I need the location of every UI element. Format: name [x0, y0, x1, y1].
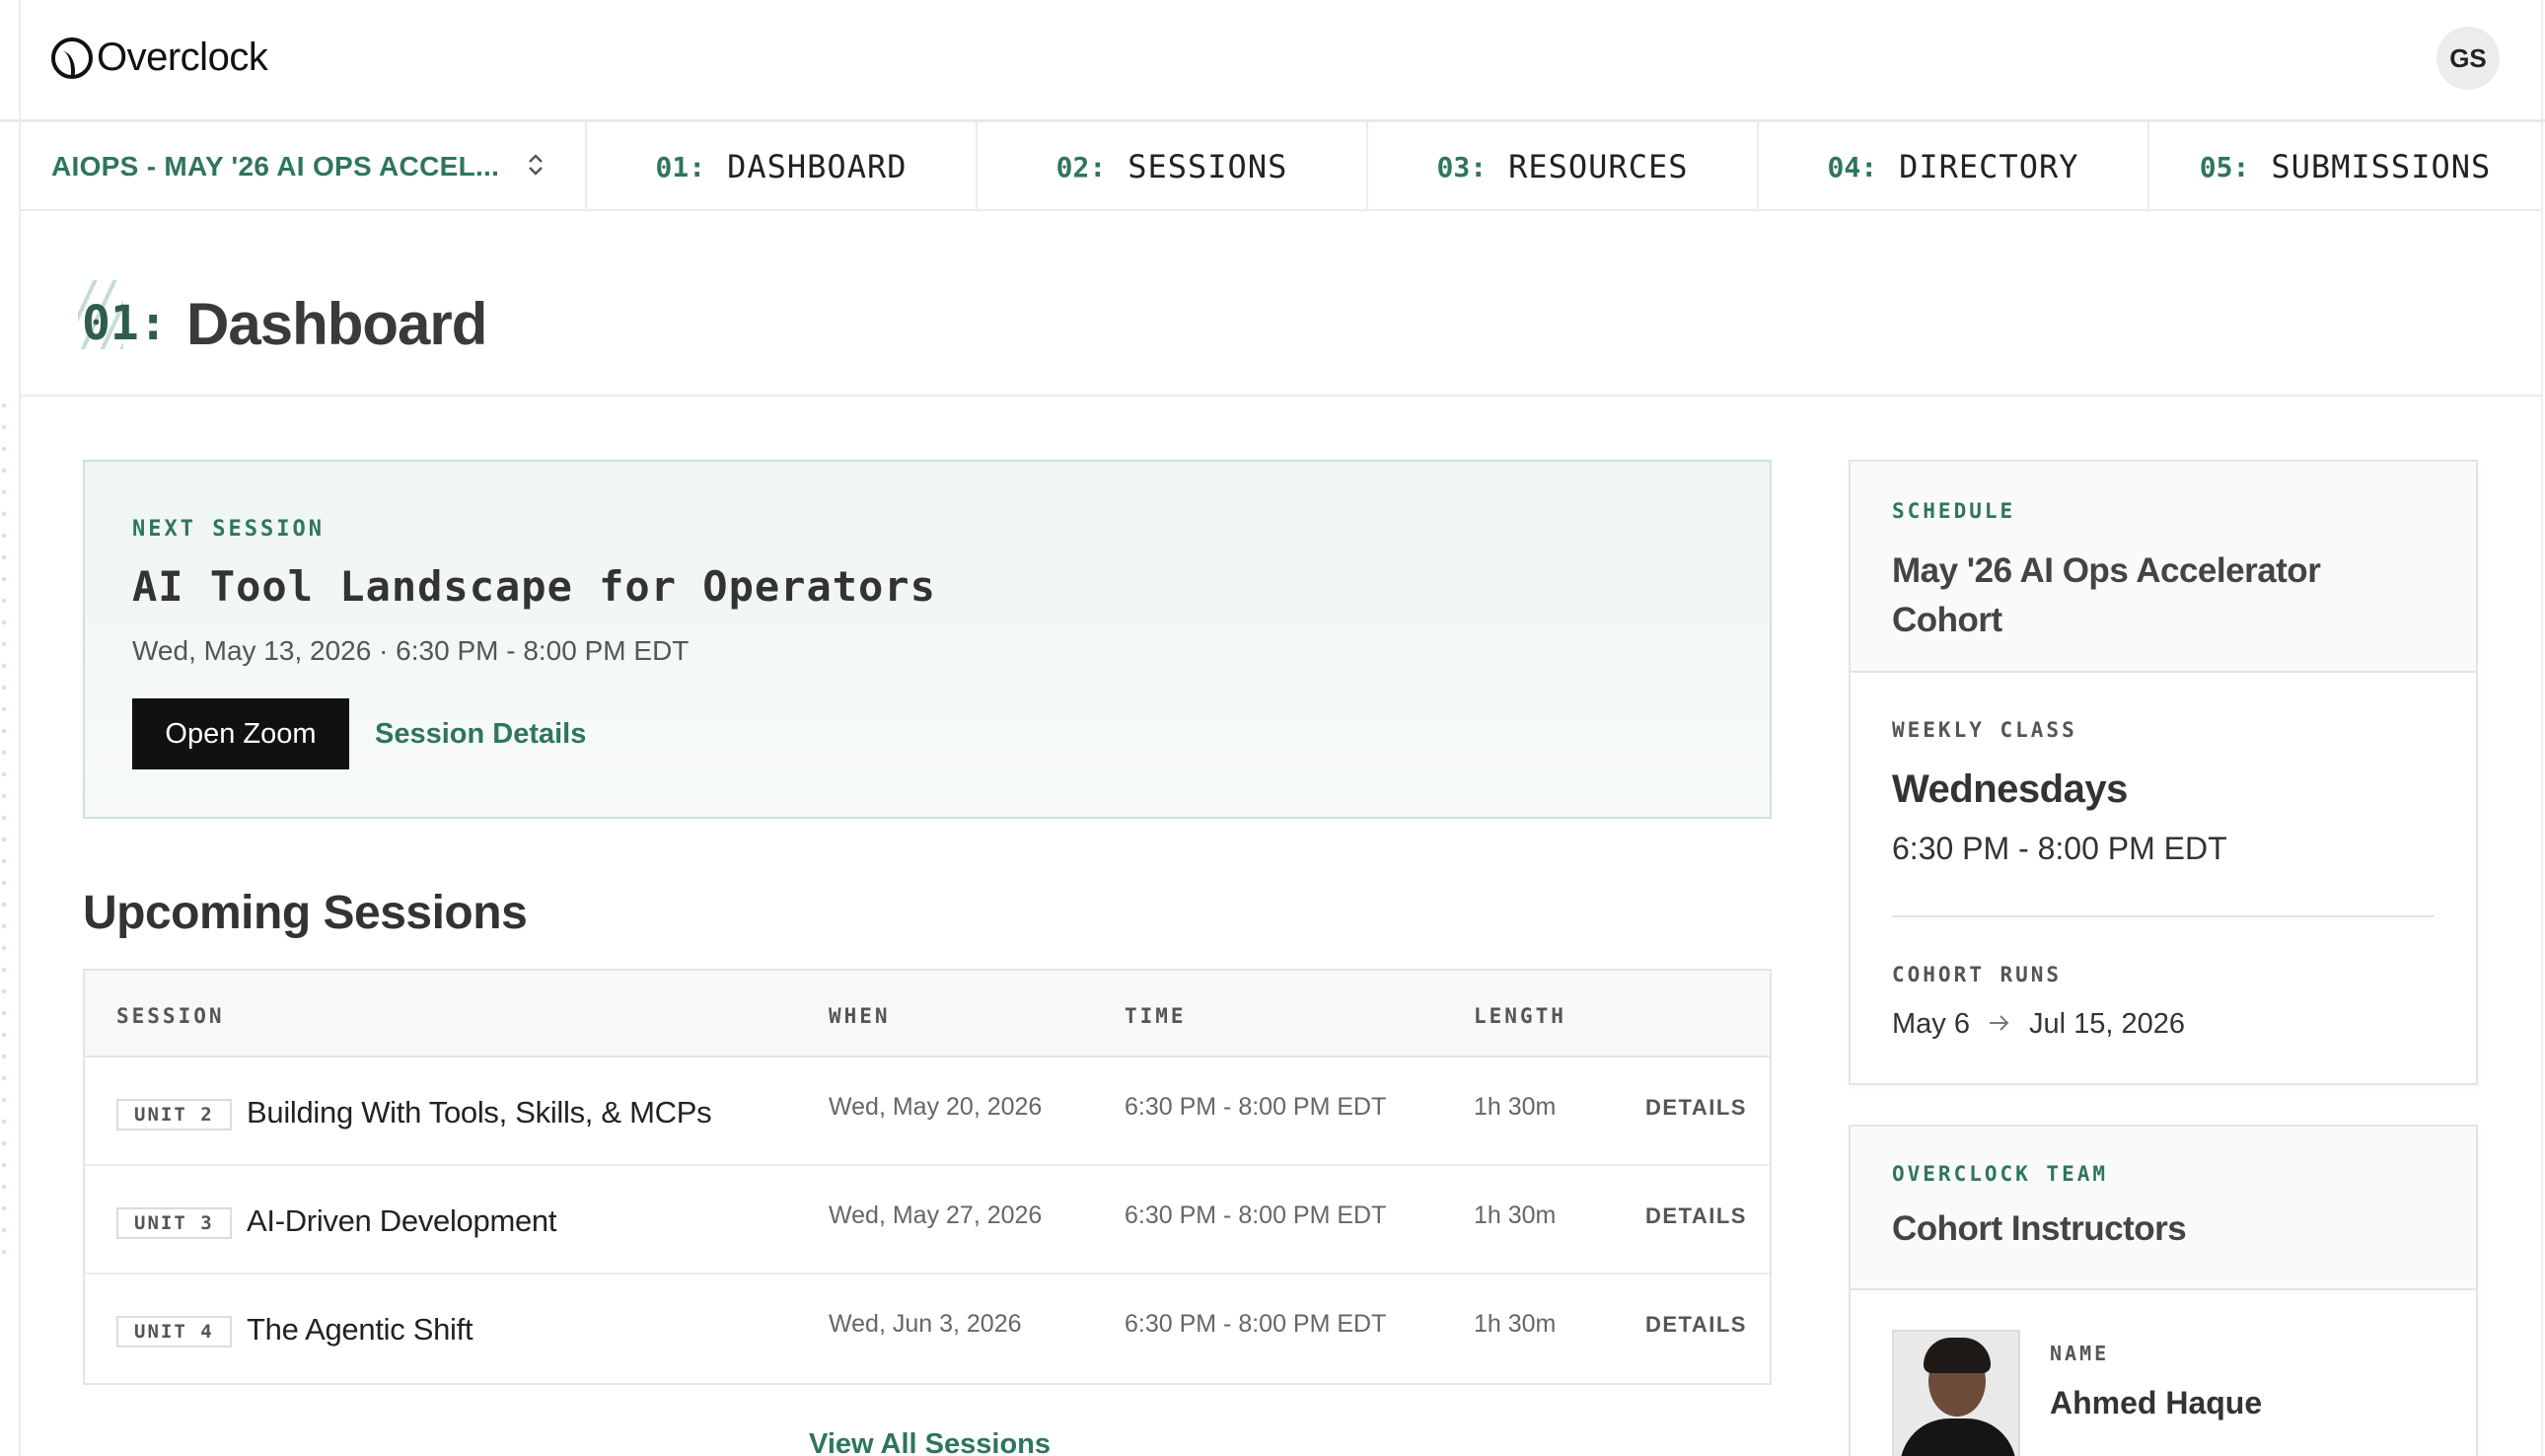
upcoming-sessions-table: SESSION WHEN TIME LENGTH UNIT 2 Building… [83, 969, 1772, 1385]
unit-badge: UNIT 2 [116, 1099, 232, 1130]
tab-label: DIRECTORY [1899, 148, 2079, 185]
tab-number: 05: [2199, 150, 2250, 183]
session-title: Building With Tools, Skills, & MCPs [247, 1095, 712, 1129]
tab-label: SESSIONS [1127, 148, 1288, 185]
column-header-length: LENGTH [1474, 1004, 1566, 1028]
team-title: Cohort Instructors [1892, 1209, 2187, 1248]
brand-logo[interactable]: Overclock [51, 36, 268, 80]
unit-badge: UNIT 4 [116, 1316, 232, 1347]
team-card: OVERCLOCK TEAM Cohort Instructors NAME A… [1849, 1125, 2478, 1456]
page-number: 01: [82, 296, 168, 351]
page-title: Dashboard [186, 291, 487, 357]
session-date: Wed, Jun 3, 2026 [829, 1310, 1022, 1338]
tab-number: 04: [1827, 150, 1878, 183]
table-row: UNIT 3 AI-Driven Development Wed, May 27… [85, 1166, 1770, 1274]
instructor-photo [1892, 1330, 2020, 1456]
tab-sessions[interactable]: 02: SESSIONS [978, 122, 1368, 211]
details-link[interactable]: DETAILS [1645, 1203, 1747, 1229]
cohort-end-date: Jul 15, 2026 [2028, 1008, 2185, 1040]
program-selector[interactable]: AIOPS - MAY '26 AI OPS ACCEL... [19, 122, 587, 211]
session-date: Wed, May 27, 2026 [829, 1201, 1043, 1229]
tab-label: SUBMISSIONS [2271, 148, 2492, 185]
tab-dashboard[interactable]: 01: DASHBOARD [587, 122, 978, 211]
top-bar: Overclock GS [0, 0, 2545, 122]
arrow-right-icon [1988, 1009, 2011, 1040]
open-zoom-button[interactable]: Open Zoom [132, 698, 349, 769]
details-link[interactable]: DETAILS [1645, 1312, 1747, 1338]
schedule-header: SCHEDULE May '26 AI Ops Accelerator Coho… [1851, 462, 2476, 673]
decorative-rail [0, 395, 8, 1263]
weekly-class-time: 6:30 PM - 8:00 PM EDT [1892, 831, 2227, 866]
logo-mark-icon [51, 36, 93, 79]
cohort-runs-label: COHORT RUNS [1892, 963, 2063, 986]
session-title: The Agentic Shift [247, 1312, 473, 1347]
tab-number: 02: [1055, 150, 1107, 183]
tab-number: 01: [655, 150, 706, 183]
unit-badge: UNIT 3 [116, 1207, 232, 1239]
next-session-card: NEXT SESSION AI Tool Landscape for Opera… [83, 460, 1772, 819]
main-nav: AIOPS - MAY '26 AI OPS ACCEL... 01: DASH… [19, 122, 2541, 211]
session-length: 1h 30m [1474, 1201, 1557, 1229]
program-label: AIOPS - MAY '26 AI OPS ACCEL... [51, 151, 500, 182]
session-length: 1h 30m [1474, 1310, 1557, 1338]
weekly-class-label: WEEKLY CLASS [1892, 718, 2077, 742]
column-header-when: WHEN [829, 1004, 891, 1028]
schedule-eyebrow: SCHEDULE [1892, 499, 2016, 523]
cohort-runs-range: May 6 Jul 15, 2026 [1892, 1008, 2185, 1041]
user-avatar[interactable]: GS [2436, 27, 2500, 90]
table-header: SESSION WHEN TIME LENGTH [85, 971, 1770, 1057]
view-all-sessions-link[interactable]: View All Sessions [809, 1428, 1051, 1456]
column-header-time: TIME [1125, 1004, 1187, 1028]
session-date: Wed, May 20, 2026 [829, 1093, 1043, 1121]
divider [1892, 915, 2435, 917]
session-details-link[interactable]: Session Details [375, 718, 586, 751]
tab-label: DASHBOARD [727, 148, 908, 185]
tab-submissions[interactable]: 05: SUBMISSIONS [2149, 122, 2541, 211]
cohort-start-date: May 6 [1892, 1008, 1970, 1040]
session-time: 6:30 PM - 8:00 PM EDT [1125, 1310, 1387, 1338]
table-row: UNIT 4 The Agentic Shift Wed, Jun 3, 202… [85, 1274, 1770, 1383]
details-link[interactable]: DETAILS [1645, 1095, 1747, 1121]
schedule-title: May '26 AI Ops Accelerator Cohort [1892, 551, 2321, 639]
tab-label: RESOURCES [1508, 148, 1689, 185]
page-header: 01: Dashboard [19, 211, 2541, 397]
session-length: 1h 30m [1474, 1093, 1557, 1121]
upcoming-sessions-heading: Upcoming Sessions [83, 887, 528, 939]
next-session-when: Wed, May 13, 2026 · 6:30 PM - 8:00 PM ED… [132, 635, 690, 666]
next-session-eyebrow: NEXT SESSION [132, 517, 325, 542]
session-time: 6:30 PM - 8:00 PM EDT [1125, 1201, 1387, 1229]
next-session-title: AI Tool Landscape for Operators [132, 562, 936, 611]
tab-number: 03: [1436, 150, 1488, 183]
team-eyebrow: OVERCLOCK TEAM [1892, 1162, 2109, 1186]
session-time: 6:30 PM - 8:00 PM EDT [1125, 1093, 1387, 1121]
tab-resources[interactable]: 03: RESOURCES [1368, 122, 1759, 211]
name-label: NAME [2050, 1342, 2110, 1365]
session-title: AI-Driven Development [247, 1203, 557, 1238]
schedule-card: SCHEDULE May '26 AI Ops Accelerator Coho… [1849, 460, 2478, 1085]
tab-directory[interactable]: 04: DIRECTORY [1759, 122, 2149, 211]
frame-divider [2541, 0, 2543, 1456]
instructor-name: Ahmed Haque [2050, 1385, 2263, 1420]
column-header-session: SESSION [116, 1004, 225, 1028]
brand-name: Overclock [97, 36, 268, 79]
table-row: UNIT 2 Building With Tools, Skills, & MC… [85, 1057, 1770, 1166]
weekly-class-day: Wednesdays [1892, 767, 2128, 811]
team-header: OVERCLOCK TEAM Cohort Instructors [1851, 1127, 2476, 1290]
chevron-up-down-icon [527, 152, 545, 182]
